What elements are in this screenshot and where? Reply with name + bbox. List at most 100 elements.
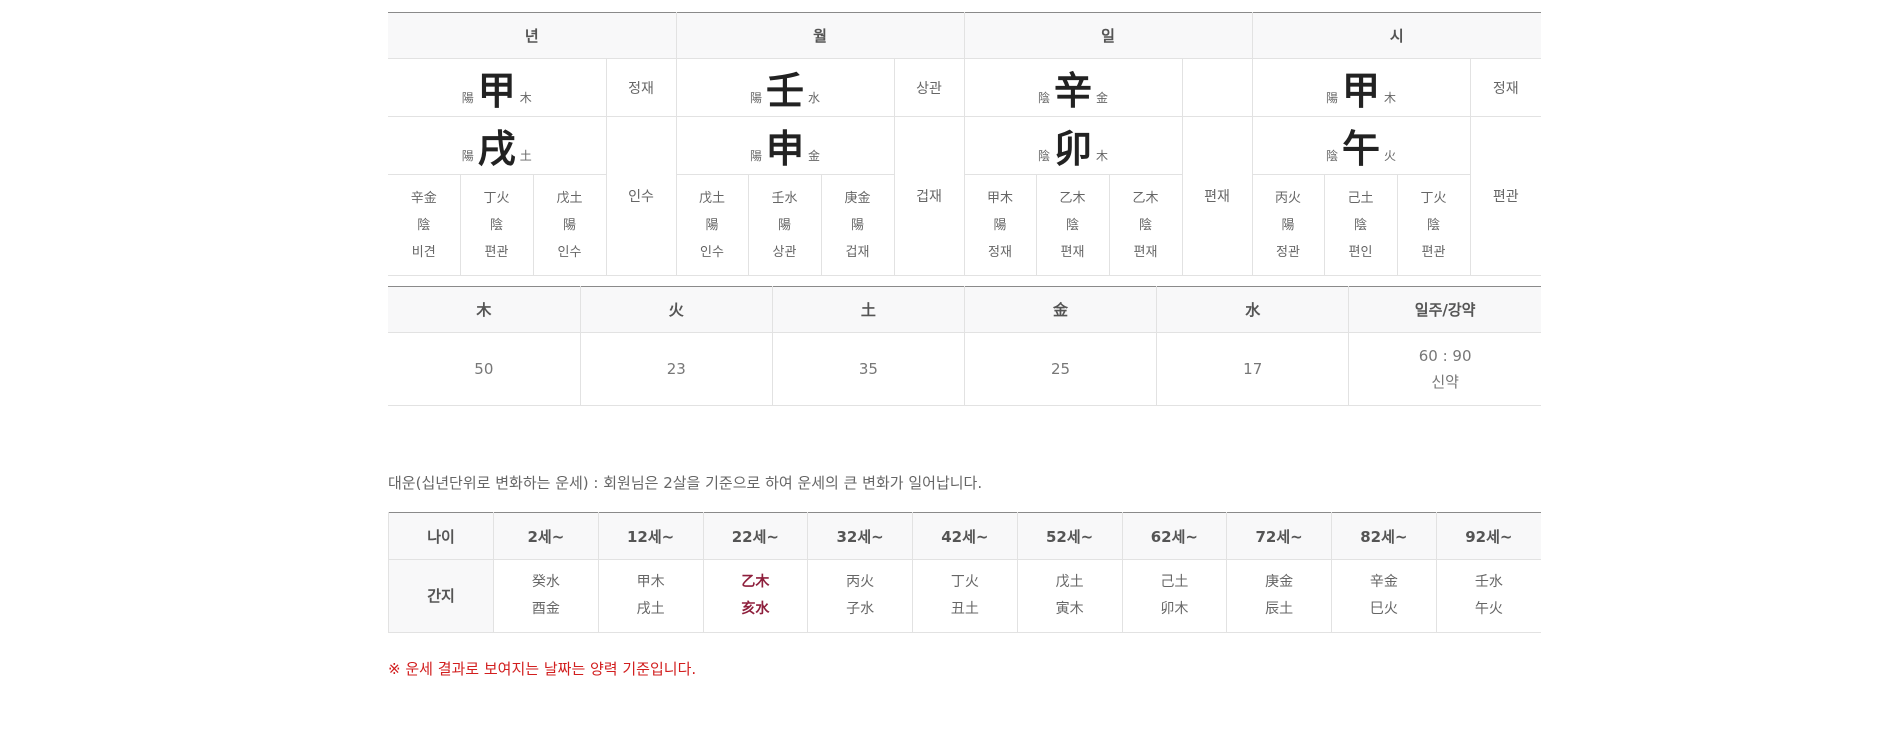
element-label: 木 [1096, 149, 1109, 163]
strength-ratio: 60 : 90 [1418, 347, 1472, 365]
hidden-stem-name: 丁火 [1420, 190, 1447, 206]
hidden-stem-ten-god: 인수 [557, 244, 582, 260]
element-value-water: 17 [1156, 332, 1349, 406]
strength-label: 신약 [1431, 373, 1459, 391]
month-branch-ten-god: 겁재 [893, 116, 964, 276]
hidden-stem-name: 乙木 [1132, 190, 1159, 206]
hidden-stem-yinyang: 陰 [1065, 217, 1079, 233]
hidden-stem-ten-god: 정관 [1276, 244, 1300, 260]
hidden-stem-name: 戊土 [698, 190, 725, 206]
stem-char: 甲 [1341, 68, 1380, 113]
daewoon-stem: 甲木 [636, 574, 665, 590]
solar-calendar-note: ※ 운세 결과로 보여지는 날짜는 양력 기준입니다. [388, 660, 697, 678]
hidden-stem-cell: 己土陰 편인 [1323, 174, 1397, 276]
daewoon-stem: 丙火 [846, 574, 875, 590]
daewoon-stem: 癸水 [531, 574, 560, 590]
elements-value-row: 50 23 35 25 17 60 : 90 신약 [388, 332, 1541, 406]
hidden-stem-ten-god: 편재 [1133, 244, 1158, 260]
daewoon-age: 32세~ [807, 512, 913, 560]
daewoon-stem: 戊土 [1055, 574, 1084, 590]
hidden-stem-ten-god: 편재 [1060, 244, 1085, 260]
element-label: 水 [808, 91, 821, 105]
yinyang-label: 陽 [461, 149, 474, 163]
hidden-stem-yinyang: 陽 [850, 217, 864, 233]
hidden-stem-cell: 乙木陰 편재 [1108, 174, 1182, 276]
branch-char: 戌 [477, 126, 516, 171]
daewoon-ganji-row: 간지 癸水 酉金 甲木 戌土 乙木 亥水 丙火 子水 丁火 丑土 戊土 寅木 己土 卯木 庚金 辰土 辛金 巳火壬… [388, 559, 1541, 633]
daewoon-stem: 庚金 [1265, 574, 1294, 590]
ganji-row-header: 간지 [388, 559, 494, 633]
element-header-strength: 일주/강약 [1348, 286, 1541, 333]
hidden-stem-cell: 庚金陽 겁재 [820, 174, 894, 276]
hidden-stem-yinyang: 陰 [1138, 217, 1152, 233]
stem-char: 辛 [1053, 68, 1092, 113]
hidden-stem-name: 辛金 [410, 190, 437, 206]
daewoon-description: 대운(십년단위로 변화하는 운세) : 회원님은 2살을 기준으로 하여 운세의… [388, 474, 983, 492]
daewoon-stem: 丁火 [950, 574, 979, 590]
daewoon-branch: 巳火 [1369, 601, 1398, 617]
year-branch-ten-god: 인수 [605, 116, 676, 276]
hour-branch-ten-god: 편관 [1469, 116, 1541, 276]
hidden-stem-name: 丁火 [483, 190, 510, 206]
element-value-metal: 25 [963, 332, 1157, 406]
element-label: 土 [519, 149, 532, 163]
day-stem: 陰辛金 [963, 58, 1182, 117]
element-value-wood: 50 [388, 332, 581, 406]
daewoon-branch: 酉金 [531, 601, 560, 617]
earthly-branch-row: 陽戌土 인수 陽申金 겁재 陰卯木 편재 陰午火 편관 [388, 116, 1541, 276]
elements-header-row: 木 火 土 金 水 일주/강약 [388, 286, 1541, 333]
heavenly-stem-row: 陽甲木 정재 陽壬水 상관 陰辛金 陽甲木 정재 [388, 58, 1541, 117]
hidden-stem-name: 甲木 [986, 190, 1013, 206]
hidden-stem-yinyang: 陰 [489, 217, 503, 233]
pillar-header-row: 년 월 일 시 [388, 12, 1541, 59]
yinyang-label: 陽 [1325, 91, 1338, 105]
daewoon-ganji: 丙火 子水 [807, 559, 913, 633]
hidden-stem-ten-god: 편인 [1348, 244, 1373, 260]
element-header-water: 水 [1156, 286, 1349, 333]
pillar-header-hour: 시 [1251, 12, 1541, 59]
element-value-fire: 23 [579, 332, 773, 406]
day-stem-ten-god [1181, 58, 1252, 117]
daewoon-ganji: 甲木 戌土 [597, 559, 703, 633]
hidden-stem-cell: 丁火陰 편관 [1396, 174, 1470, 276]
hidden-stem-cell: 丙火陽 정관 [1251, 174, 1324, 276]
month-branch: 陽申金 [675, 116, 894, 175]
element-label: 木 [519, 91, 532, 105]
hidden-stem-name: 丙火 [1274, 190, 1301, 206]
daewoon-branch: 子水 [846, 601, 875, 617]
daewoon-ganji: 戊土 寅木 [1016, 559, 1122, 633]
daewoon-ganji: 庚金 辰土 [1226, 559, 1332, 633]
day-branch: 陰卯木 [963, 116, 1182, 175]
daewoon-age: 2세~ [493, 512, 599, 560]
hour-stem: 陽甲木 [1251, 58, 1470, 117]
daewoon-branch: 丑土 [950, 601, 979, 617]
pillar-header-year: 년 [388, 12, 676, 59]
daewoon-ganji: 癸水 酉金 [493, 559, 599, 633]
daewoon-branch: 卯木 [1160, 601, 1189, 617]
daewoon-stem: 己土 [1160, 574, 1189, 590]
element-label: 金 [1096, 91, 1109, 105]
daewoon-ganji: 乙木 亥水 [702, 559, 808, 633]
hidden-stem-name: 戊土 [556, 190, 583, 206]
daewoon-stem: 乙木 [741, 574, 770, 590]
daewoon-ganji: 壬水 午火 [1435, 559, 1541, 633]
hidden-stem-ten-god: 상관 [772, 244, 797, 260]
hidden-stem-yinyang: 陰 [1353, 217, 1367, 233]
daewoon-age-row: 나이 2세~ 12세~ 22세~ 32세~ 42세~ 52세~ 62세~ 72세~ 82세~ 92… [388, 512, 1541, 560]
element-header-metal: 金 [963, 286, 1157, 333]
hidden-stem-yinyang: 陽 [993, 217, 1007, 233]
month-stem-ten-god: 상관 [893, 58, 964, 117]
hidden-stem-yinyang: 陰 [417, 217, 431, 233]
stem-char: 甲 [477, 68, 516, 113]
hidden-stem-yinyang: 陽 [562, 217, 576, 233]
daewoon-age: 22세~ [702, 512, 808, 560]
daewoon-table: 나이 2세~ 12세~ 22세~ 32세~ 42세~ 52세~ 62세~ 72세~ 82세~ 92… [388, 512, 1541, 633]
year-stem: 陽甲木 [388, 58, 606, 117]
branch-char: 午 [1341, 126, 1380, 171]
four-pillars-table: 년 월 일 시 陽甲木 정재 陽壬水 상관 陰辛金 陽甲木 정재 陽戌土 인수 … [388, 12, 1541, 276]
yinyang-label: 陰 [1325, 149, 1338, 163]
element-header-fire: 火 [579, 286, 773, 333]
yinyang-label: 陽 [461, 91, 474, 105]
hidden-stem-yinyang: 陰 [1426, 217, 1440, 233]
daewoon-stem: 辛金 [1369, 574, 1398, 590]
